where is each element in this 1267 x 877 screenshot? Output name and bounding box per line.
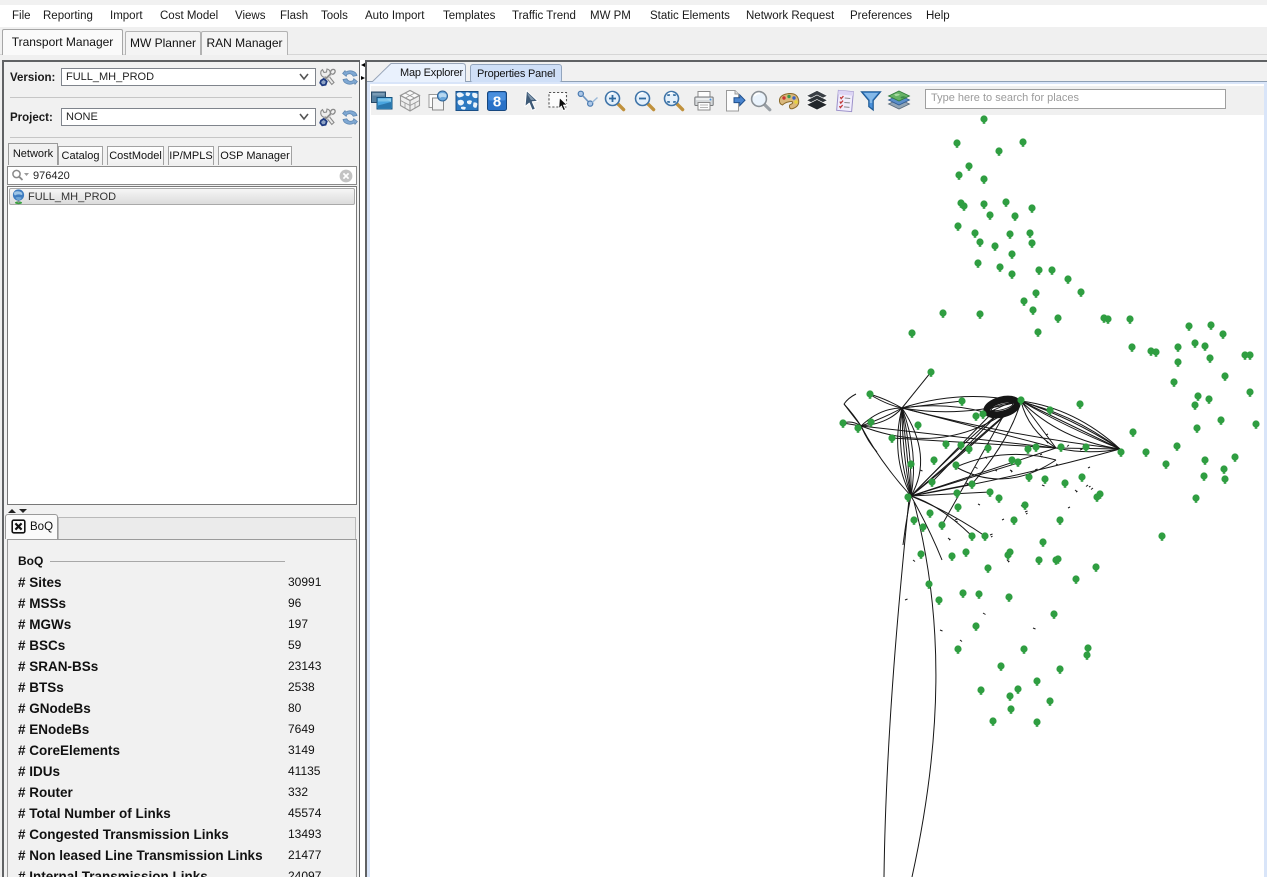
svg-text:8: 8 xyxy=(493,94,501,111)
